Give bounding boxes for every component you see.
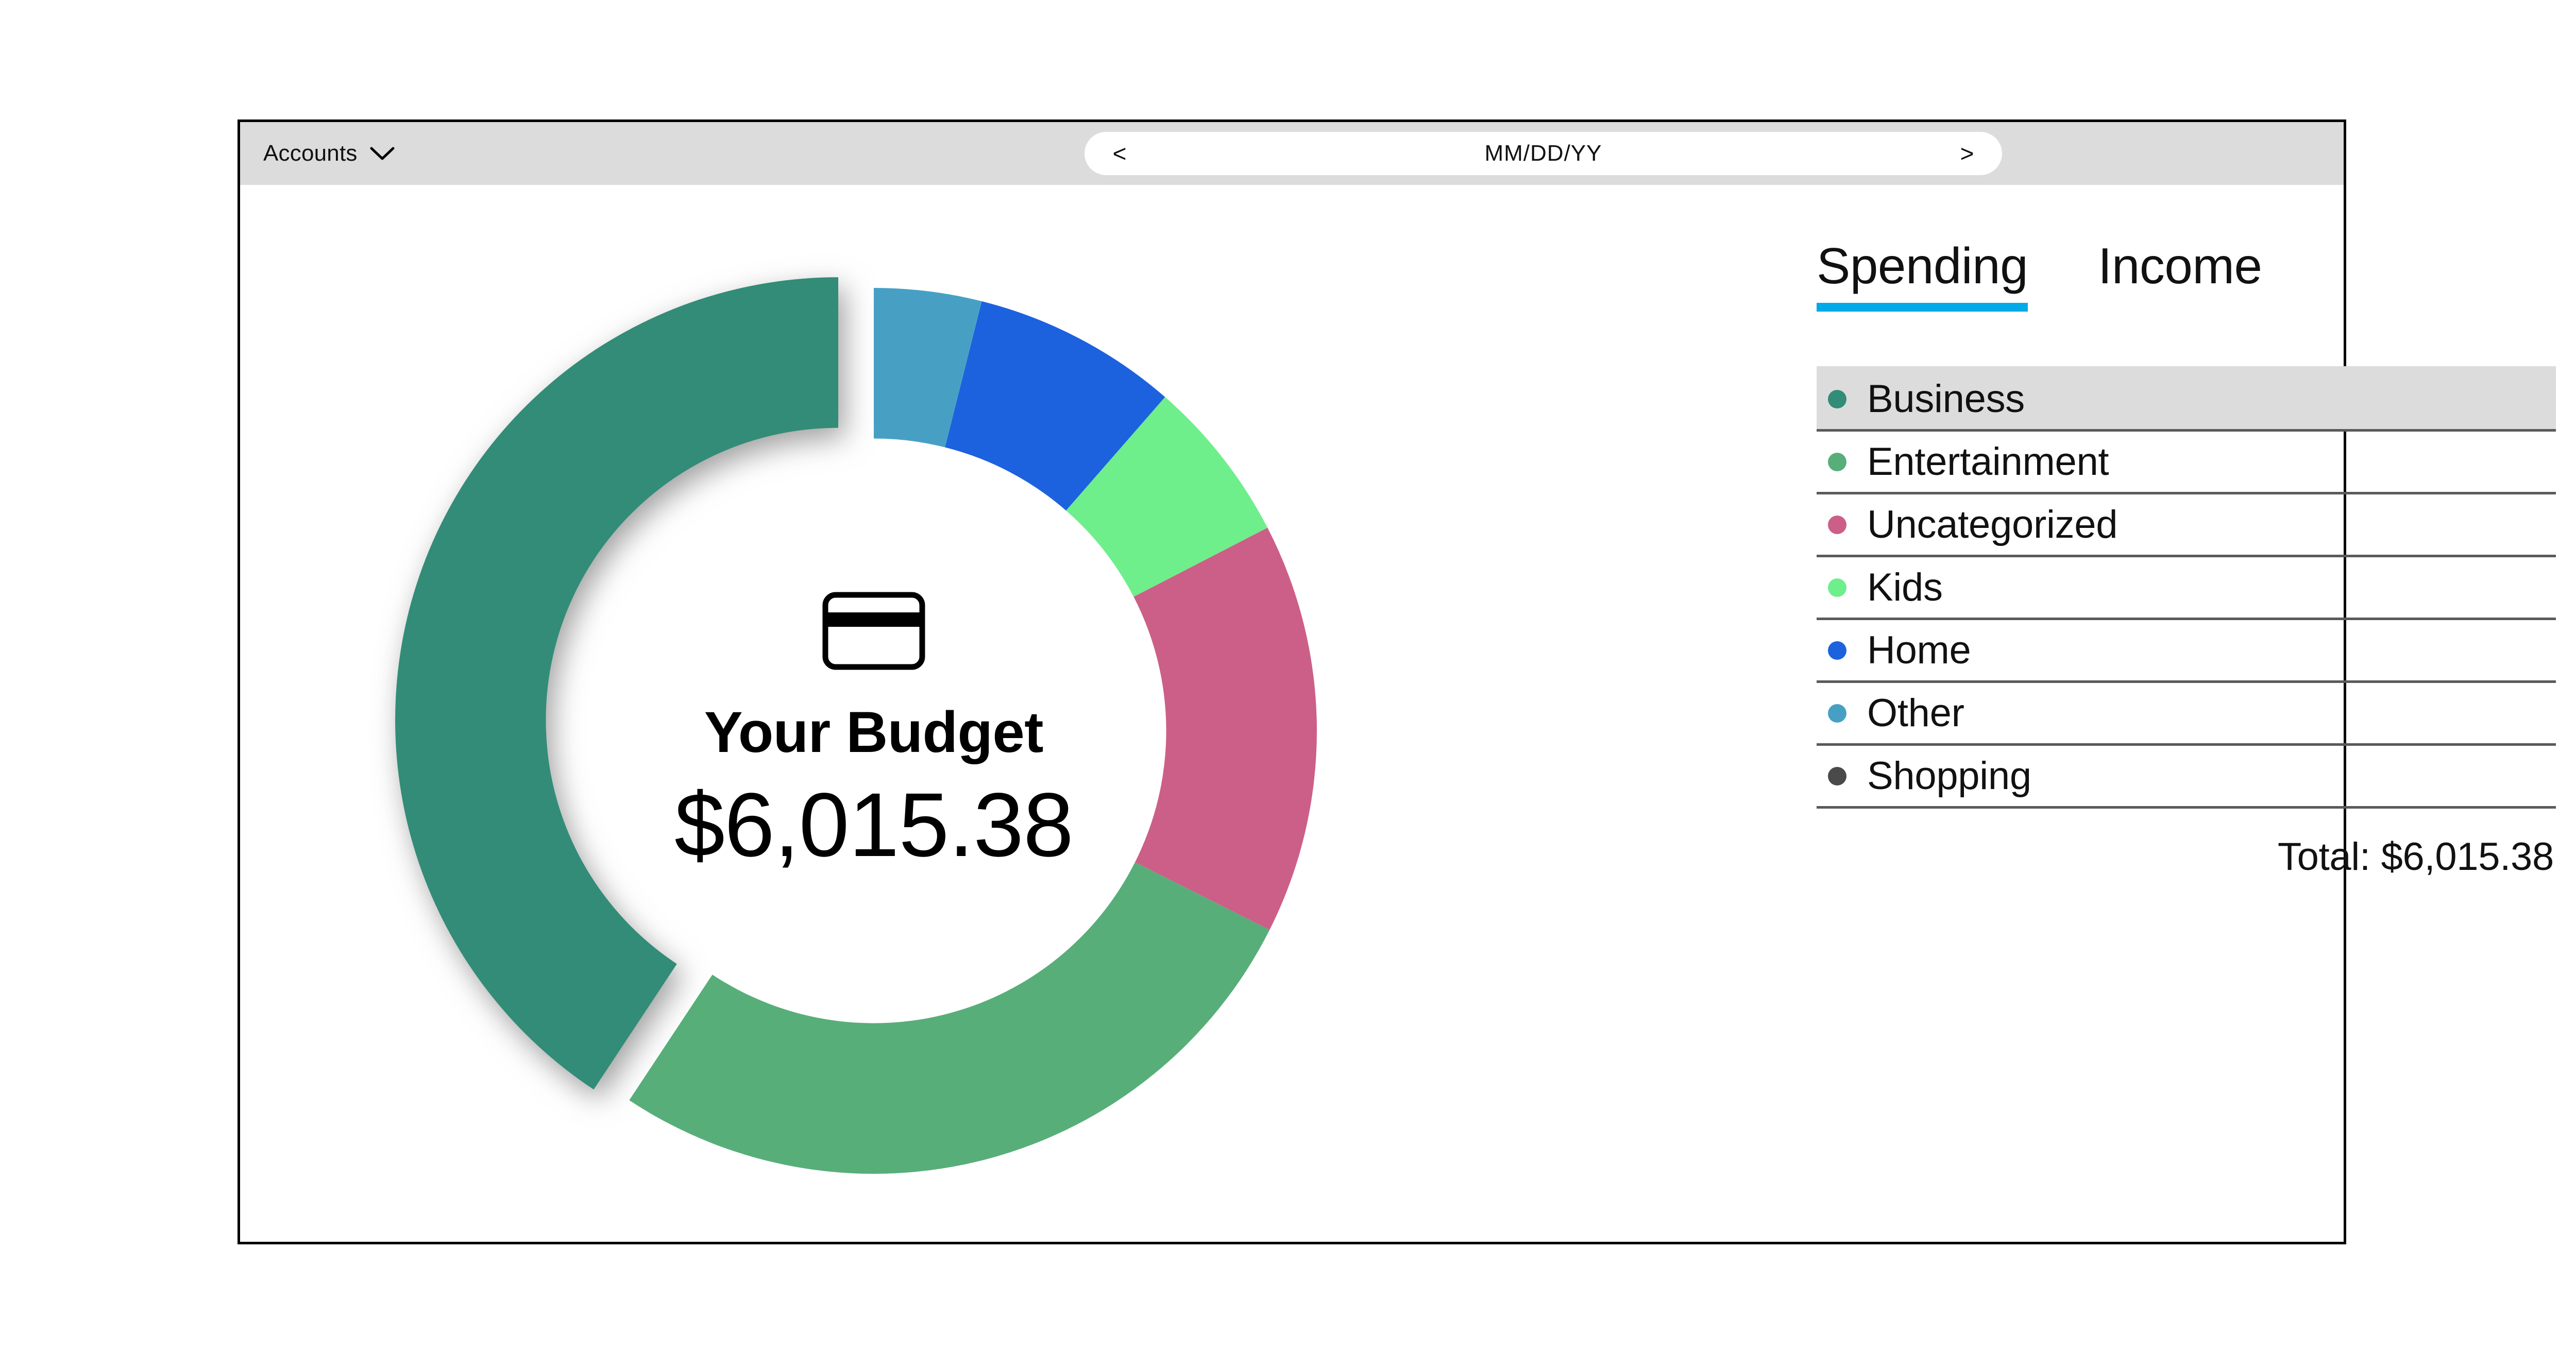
category-label: Kids bbox=[1867, 565, 1943, 609]
category-color-dot bbox=[1828, 641, 1846, 660]
tab-active-indicator bbox=[1817, 303, 2028, 312]
list-bottom-divider bbox=[1817, 806, 2556, 809]
donut-slices bbox=[395, 277, 1317, 1174]
date-navigator: < MM/DD/YY > bbox=[1084, 132, 2002, 175]
tab-bar: Spending Income bbox=[1817, 241, 2262, 312]
category-list: Business Entertainment Uncategorized Kids Ho… bbox=[1817, 366, 2556, 879]
category-color-dot bbox=[1828, 704, 1846, 723]
accounts-dropdown[interactable]: Accounts bbox=[263, 141, 395, 166]
tab-spending-label: Spending bbox=[1817, 237, 2028, 294]
date-value[interactable]: MM/DD/YY bbox=[1485, 141, 1602, 166]
category-color-dot bbox=[1828, 452, 1846, 471]
category-color-dot bbox=[1828, 766, 1846, 785]
accounts-label: Accounts bbox=[263, 141, 358, 166]
category-color-dot bbox=[1828, 515, 1846, 534]
category-label: Other bbox=[1867, 691, 1964, 735]
tab-spending[interactable]: Spending bbox=[1817, 241, 2028, 312]
category-row-kids[interactable]: Kids bbox=[1817, 555, 2556, 618]
tab-income-label: Income bbox=[2098, 237, 2262, 294]
budget-donut-chart: Your Budget $6,015.38 bbox=[240, 185, 1559, 1246]
chevron-down-icon bbox=[370, 147, 395, 160]
donut-slice-uncategorized[interactable] bbox=[1133, 527, 1317, 930]
category-label: Uncategorized bbox=[1867, 502, 2118, 546]
category-label: Business bbox=[1867, 376, 2025, 421]
date-next-button[interactable]: > bbox=[1952, 142, 1982, 165]
category-color-dot bbox=[1828, 578, 1846, 597]
toolbar: Accounts < MM/DD/YY > bbox=[240, 122, 2344, 185]
category-row-uncategorized[interactable]: Uncategorized bbox=[1817, 492, 2556, 555]
category-color-dot bbox=[1828, 389, 1846, 408]
total-amount: Total: $6,015.38 bbox=[2277, 835, 2554, 879]
category-row-business[interactable]: Business bbox=[1817, 366, 2556, 429]
app-window: Accounts < MM/DD/YY > Your Budget $6,015… bbox=[238, 119, 2556, 1244]
category-label: Shopping bbox=[1867, 754, 2031, 798]
donut-svg bbox=[395, 277, 1317, 1174]
category-row-other[interactable]: Other bbox=[1817, 680, 2556, 743]
side-panel: Spending Income Business Entertainment Unc… bbox=[1559, 185, 2556, 1246]
category-row-entertainment[interactable]: Entertainment bbox=[1817, 429, 2556, 492]
donut-slice-business[interactable] bbox=[395, 277, 839, 1090]
category-row-home[interactable]: Home bbox=[1817, 618, 2556, 680]
tab-income[interactable]: Income bbox=[2098, 241, 2262, 312]
content-area: Your Budget $6,015.38 Spending Income Bu… bbox=[240, 185, 2556, 1242]
category-label: Home bbox=[1867, 628, 1971, 672]
donut-slice-entertainment[interactable] bbox=[629, 862, 1270, 1174]
category-row-shopping[interactable]: Shopping bbox=[1817, 743, 2556, 806]
date-prev-button[interactable]: < bbox=[1104, 142, 1135, 165]
category-label: Entertainment bbox=[1867, 439, 2109, 484]
